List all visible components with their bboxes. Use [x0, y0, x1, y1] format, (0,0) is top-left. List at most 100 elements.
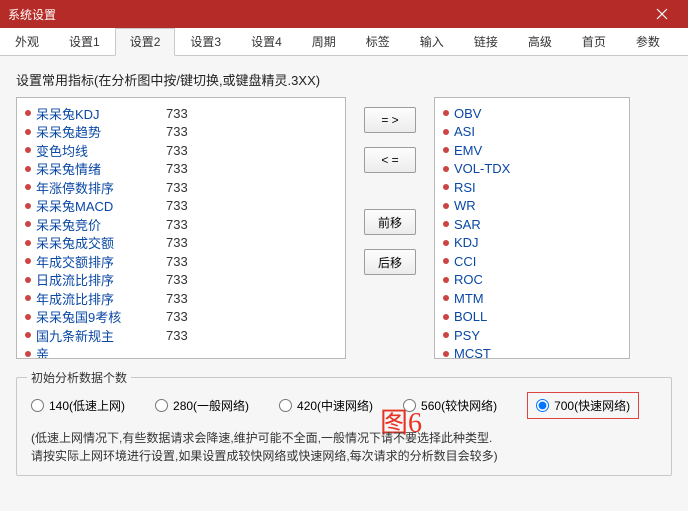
- bullet-icon: [25, 332, 31, 338]
- list-item[interactable]: ASI: [443, 123, 619, 142]
- item-name: 年涨停数排序: [36, 178, 166, 197]
- tab-1[interactable]: 设置1: [54, 28, 115, 55]
- list-item[interactable]: MCST: [443, 345, 619, 360]
- tab-9[interactable]: 高级: [513, 28, 567, 55]
- list-item[interactable]: SAR: [443, 215, 619, 234]
- list-item[interactable]: 年成交额排序733: [25, 252, 335, 271]
- bullet-icon: [25, 110, 31, 116]
- radio-input[interactable]: [403, 399, 416, 412]
- tab-0[interactable]: 外观: [0, 28, 54, 55]
- item-name: ROC: [454, 272, 483, 287]
- item-number: 733: [166, 180, 188, 195]
- list-item[interactable]: ROC: [443, 271, 619, 290]
- radio-option-4[interactable]: 700(快速网络): [527, 392, 639, 419]
- moveup-button[interactable]: 前移: [364, 209, 416, 235]
- list-item[interactable]: 呆呆兔情绪733: [25, 160, 335, 179]
- available-indicators-list[interactable]: 呆呆兔KDJ733呆呆兔趋势733变色均线733呆呆兔情绪733年涨停数排序73…: [16, 97, 346, 359]
- group-title: 初始分析数据个数: [27, 369, 131, 386]
- content-area: 设置常用指标(在分析图中按/键切换,或键盘精灵.3XX) 呆呆兔KDJ733呆呆…: [0, 56, 688, 511]
- list-item[interactable]: MTM: [443, 289, 619, 308]
- help-text-2: 请按实际上网环境进行设置,如果设置成较快网络或快速网络,每次请求的分析数目会较多…: [31, 447, 657, 465]
- item-name: WR: [454, 198, 476, 213]
- list-item[interactable]: 呆呆兔趋势733: [25, 123, 335, 142]
- list-item[interactable]: VOL-TDX: [443, 160, 619, 179]
- bullet-icon: [443, 258, 449, 264]
- list-item[interactable]: 呆呆兔竞价733: [25, 215, 335, 234]
- bullet-icon: [443, 147, 449, 153]
- list-item[interactable]: 国九条新规主733: [25, 326, 335, 345]
- radio-input[interactable]: [155, 399, 168, 412]
- bullet-icon: [443, 332, 449, 338]
- tab-6[interactable]: 标签: [351, 28, 405, 55]
- list-item[interactable]: PSY: [443, 326, 619, 345]
- tab-4[interactable]: 设置4: [236, 28, 297, 55]
- list-item[interactable]: 呆呆兔国9考核733: [25, 308, 335, 327]
- radio-input[interactable]: [536, 399, 549, 412]
- radio-input[interactable]: [279, 399, 292, 412]
- list-item[interactable]: 年成流比排序733: [25, 289, 335, 308]
- radio-option-3[interactable]: 560(较快网络): [403, 392, 497, 419]
- main-row: 呆呆兔KDJ733呆呆兔趋势733变色均线733呆呆兔情绪733年涨停数排序73…: [16, 97, 672, 359]
- radio-input[interactable]: [31, 399, 44, 412]
- tab-8[interactable]: 链接: [459, 28, 513, 55]
- item-name: RSI: [454, 180, 476, 195]
- bullet-icon: [25, 277, 31, 283]
- list-item[interactable]: 呆呆兔成交额733: [25, 234, 335, 253]
- list-item[interactable]: OBV: [443, 104, 619, 123]
- radio-option-2[interactable]: 420(中速网络): [279, 392, 373, 419]
- bullet-icon: [25, 295, 31, 301]
- item-name: ASI: [454, 124, 475, 139]
- list-item[interactable]: CCI: [443, 252, 619, 271]
- item-number: 733: [166, 161, 188, 176]
- item-name: 年成流比排序: [36, 289, 166, 308]
- bullet-icon: [443, 203, 449, 209]
- tab-11[interactable]: 参数: [621, 28, 675, 55]
- item-number: 733: [166, 217, 188, 232]
- item-name: 呆呆兔成交额: [36, 233, 166, 252]
- item-name: MTM: [454, 291, 484, 306]
- bullet-icon: [25, 166, 31, 172]
- list-item[interactable]: RSI: [443, 178, 619, 197]
- add-button[interactable]: = >: [364, 107, 416, 133]
- section-label: 设置常用指标(在分析图中按/键切换,或键盘精灵.3XX): [16, 70, 672, 89]
- list-item[interactable]: BOLL: [443, 308, 619, 327]
- item-number: 733: [166, 198, 188, 213]
- list-item[interactable]: 日成流比排序733: [25, 271, 335, 290]
- item-number: 733: [166, 291, 188, 306]
- bullet-icon: [443, 221, 449, 227]
- tab-bar: 外观设置1设置2设置3设置4周期标签输入链接高级首页参数: [0, 28, 688, 56]
- radio-option-0[interactable]: 140(低速上网): [31, 392, 125, 419]
- titlebar: 系统设置: [0, 0, 688, 28]
- item-name: 国九条新规主: [36, 326, 166, 345]
- item-number: 733: [166, 254, 188, 269]
- tab-3[interactable]: 设置3: [175, 28, 236, 55]
- list-item[interactable]: 年涨停数排序733: [25, 178, 335, 197]
- item-name: SAR: [454, 217, 481, 232]
- list-item[interactable]: WR: [443, 197, 619, 216]
- list-item[interactable]: 亲: [25, 345, 335, 360]
- bullet-icon: [25, 314, 31, 320]
- tab-7[interactable]: 输入: [405, 28, 459, 55]
- tab-5[interactable]: 周期: [297, 28, 351, 55]
- tab-10[interactable]: 首页: [567, 28, 621, 55]
- tab-2[interactable]: 设置2: [115, 28, 176, 56]
- item-name: 日成流比排序: [36, 270, 166, 289]
- remove-button[interactable]: < =: [364, 147, 416, 173]
- bullet-icon: [443, 295, 449, 301]
- selected-indicators-list[interactable]: OBVASI EMVVOL-TDXRSI WR SAR KDJCCI ROC MTM BOLL…: [434, 97, 630, 359]
- item-number: 733: [166, 106, 188, 121]
- move-buttons: = > < = 前移 后移: [360, 97, 420, 359]
- bullet-icon: [25, 258, 31, 264]
- list-item[interactable]: 呆呆兔MACD733: [25, 197, 335, 216]
- close-button[interactable]: [644, 0, 680, 28]
- window-title: 系统设置: [8, 6, 56, 23]
- list-item[interactable]: 呆呆兔KDJ733: [25, 104, 335, 123]
- list-item[interactable]: EMV: [443, 141, 619, 160]
- list-item[interactable]: KDJ: [443, 234, 619, 253]
- movedown-button[interactable]: 后移: [364, 249, 416, 275]
- list-item[interactable]: 变色均线733: [25, 141, 335, 160]
- radio-option-1[interactable]: 280(一般网络): [155, 392, 249, 419]
- item-name: CCI: [454, 254, 476, 269]
- item-name: 亲: [36, 344, 166, 359]
- item-name: BOLL: [454, 309, 487, 324]
